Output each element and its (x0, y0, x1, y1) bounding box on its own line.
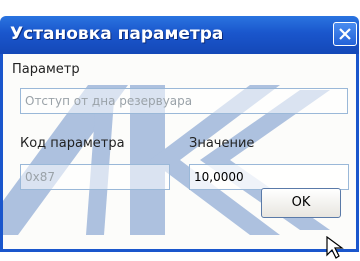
value-label: Значение (189, 136, 255, 151)
parameter-code-label: Код параметра (20, 136, 125, 151)
parameter-label: Параметр (12, 62, 80, 77)
value-input[interactable]: 10,0000 (189, 164, 349, 190)
dialog-title: Установка параметра (10, 24, 224, 44)
close-button[interactable] (333, 22, 357, 46)
set-parameter-dialog: Установка параметра Параметр Отступ от д… (0, 16, 359, 252)
mouse-cursor-icon (326, 236, 344, 259)
close-icon (339, 28, 351, 40)
title-bar[interactable]: Установка параметра (0, 16, 359, 54)
parameter-field: Отступ от дна резервуара (20, 88, 348, 114)
ok-button[interactable]: OK (261, 188, 341, 218)
parameter-code-field: 0x87 (20, 164, 170, 190)
dialog-body: Параметр Отступ от дна резервуара Код па… (0, 54, 359, 252)
